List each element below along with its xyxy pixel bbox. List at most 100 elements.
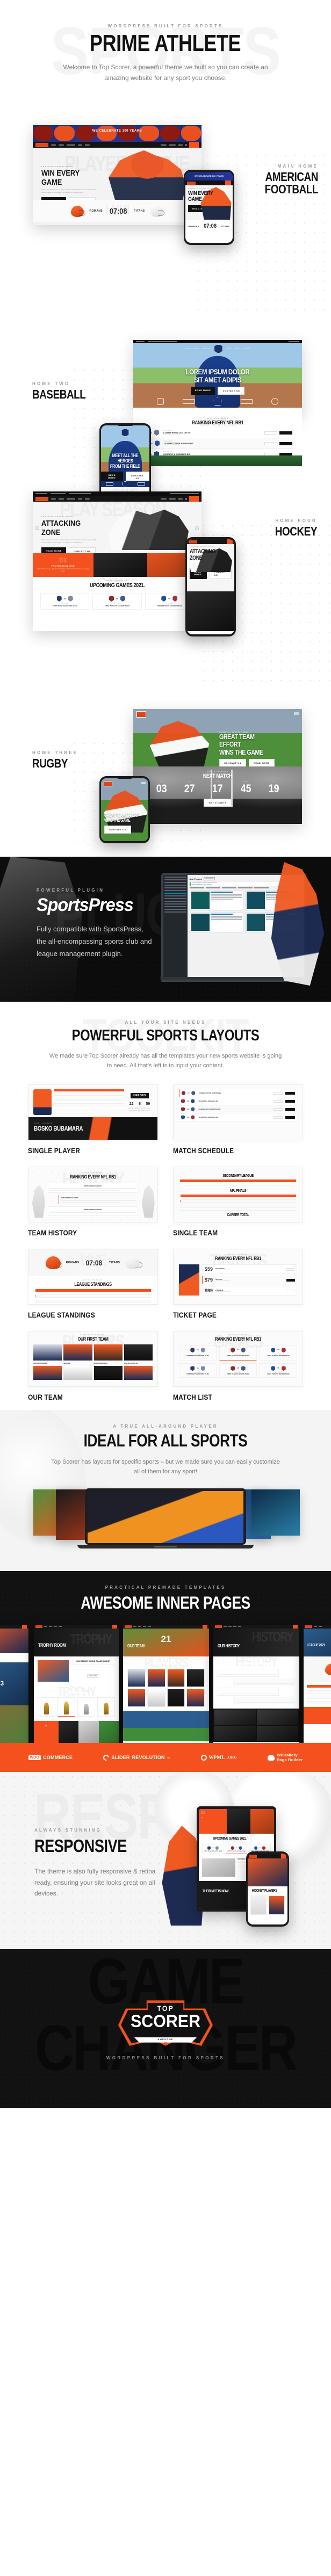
search-icon[interactable] [185,497,187,500]
nav-item-shop-right[interactable] [178,498,183,500]
hero-primary-button[interactable]: CONTACT US [219,758,246,766]
watch-stream-button[interactable] [285,1091,295,1095]
nav-item-pages[interactable] [59,144,64,146]
player-tile[interactable] [127,1669,146,1688]
trophy-card[interactable] [57,1697,75,1717]
inner-page-card[interactable]: TROPHY TROPHY ROOM 2019 SENIOR WORLD CHA… [34,1625,119,1743]
menu-button[interactable] [294,712,299,715]
site-logo-crest[interactable] [214,344,223,353]
table-row[interactable]: VS CONSECTETUR ADIPISCING [179,1089,297,1098]
watch-stream-button[interactable] [285,1108,295,1111]
wp-tab-search-results[interactable] [189,887,204,888]
phone-menu-button[interactable] [281,1854,286,1859]
phone-logo[interactable] [104,781,112,786]
layout-card-our-team[interactable]: PLAYERS MEET THE BEST OF BEST OUR FIRST … [28,1331,158,1401]
player-tile[interactable]: — MIKE NEE [63,1344,92,1364]
wp-menu-installed-plugins[interactable] [164,895,186,896]
get-ticket-button[interactable] [286,1268,294,1271]
get-tickets-button[interactable] [274,1108,283,1111]
get-tickets-button[interactable] [264,442,277,445]
ticket-tier[interactable]: $59 STANDARD 12th November 2018, 11:00 [202,1264,297,1275]
hero-secondary-button[interactable]: READ MORE [248,758,275,766]
plugin-card[interactable] [189,912,244,932]
trophy-card[interactable] [97,1697,115,1717]
table-row[interactable]: VS NFL FINALS CONSECTETUR ADIPISCING 12t… [140,438,296,449]
trophy-card[interactable] [77,1697,95,1717]
get-tickets-button[interactable] [274,1091,283,1095]
player-tile[interactable] [124,1366,153,1380]
watch-stream-button[interactable] [285,1099,295,1103]
nav-item-tickets[interactable] [169,144,176,146]
plugin-name[interactable] [210,892,233,893]
layout-card-match-schedule[interactable]: VS CONSECTETUR ADIPISCING VS SUSCIPIT A … [173,1084,303,1155]
phone-secondary-button[interactable]: CONTACT US [125,471,149,481]
player-tile[interactable]: — CHELSEA HANDLER [124,1344,153,1364]
layout-card-team-history[interactable]: HISTORY WHAT'S TRENDING RANKING EVERY NF… [28,1167,158,1237]
nav-item-home[interactable] [51,498,56,500]
phone-logo[interactable] [189,540,197,544]
table-row[interactable]: VS SUSCIPIT A SODALES EU [179,1113,297,1122]
table-row[interactable]: VS NFL FINALS SUSCIPIT A SODALES EU 12th… [140,449,296,455]
get-ticket-button[interactable] [286,1278,295,1282]
phone-menu-button[interactable] [141,782,146,784]
match-card[interactable]: VS NFL / FINALS FIRST TEAM VS SECOND TEA… [92,593,142,610]
player-tile[interactable]: — BOSKO BUBAMARA [93,1344,123,1364]
player-tile[interactable] [147,1689,166,1707]
cart-button[interactable] [189,142,199,148]
phone-primary-button[interactable]: CONTACT US [104,826,131,834]
match-card[interactable]: VS NFL / FINALS FIRST TEAM VS SECOND TEA… [219,1363,257,1378]
phone-logo[interactable] [249,1854,257,1858]
nav-item-shop[interactable] [85,498,90,500]
match-card[interactable]: VS NFL / FINALS FIRST TEAM VS SECOND TEA… [179,1363,217,1378]
player-tile[interactable] [63,1366,92,1380]
player-tile[interactable] [269,1895,285,1915]
watch-stream-button[interactable] [279,431,292,435]
get-tickets-button[interactable] [274,1099,283,1103]
ticket-tier[interactable]: $99 PREMIUM 12th November 2018, 11:00 [202,1286,297,1296]
player-tile[interactable] [167,1669,185,1688]
nav-item-blog[interactable] [78,144,82,146]
wp-tab-recommended[interactable] [238,887,253,888]
layout-card-single-player[interactable]: HEROES 22 6 59 Was not available for 202… [28,1084,158,1155]
plugin-card[interactable] [189,890,244,910]
wp-menu-dashboard[interactable] [164,877,186,878]
wp-menu-collapse[interactable] [164,911,186,913]
player-tile[interactable] [33,1366,62,1380]
match-card[interactable]: VSFIRST TEAM VS SECOND TEAM [225,1844,248,1855]
player-tile[interactable] [93,1366,123,1380]
inner-page-card[interactable]: LEAGUE 2021 [304,1625,331,1743]
get-ticket-button[interactable] [286,1289,294,1292]
nav-item-blog[interactable] [78,498,82,500]
nav-item-portfolio[interactable] [67,498,75,500]
layout-card-league-standings[interactable]: LIVE ROMANS 07:08 TITANS WHAT'S TRENDING… [28,1249,158,1319]
cart-button[interactable] [189,496,199,502]
layout-card-single-team[interactable]: SECONDARY LEAGUE NFL FINALS CAREER TOTAL… [173,1167,303,1237]
wp-menu-tools[interactable] [164,906,186,907]
get-tickets-button[interactable] [264,431,277,435]
player-tile[interactable] [250,1895,267,1915]
table-row[interactable]: VS CONSECTETUR ADIPISCING [179,1105,297,1114]
nav-item-tickets[interactable] [169,498,176,500]
match-card[interactable]: VS NFL / FINALS FIRST TEAM VS SECOND TEA… [179,1345,217,1361]
player-tile[interactable]: — CHELSEA HANDLER [33,1344,62,1364]
match-card[interactable]: VS NFL / FINALS FIRST TEAM VS SECOND TEA… [40,593,90,610]
inner-page-card[interactable]: OUR TEAM 21 PLAYERS OUR FIRST TEAM [123,1625,209,1743]
wp-menu-media[interactable] [164,882,186,883]
hero-secondary-button[interactable]: CONTACT US [218,387,245,395]
player-tile[interactable] [127,1689,146,1707]
phone-menu-button[interactable] [225,180,231,185]
player-tile[interactable] [147,1669,166,1688]
nav-item-portfolio[interactable] [67,144,75,146]
match-card[interactable]: VS NFL / FINALS FIRST TEAM VS SECOND TEA… [260,1345,297,1361]
nav-item-media[interactable] [161,144,167,146]
wp-menu-comments[interactable] [164,887,186,888]
phone-primary-button[interactable]: READ MORE [101,471,123,481]
inner-page-card[interactable]: LOREM IPSUM DOLOR SIT AMET 03 [0,1625,28,1743]
nav-item-shop-right[interactable] [178,144,183,146]
phone-logo-crest[interactable] [121,429,129,437]
wp-menu-pages[interactable] [164,885,186,886]
table-row[interactable]: VS SUSCIPIT A SODALES EU [179,1097,297,1106]
wp-tab-featured[interactable] [205,887,220,888]
watch-stream-button[interactable] [279,442,292,445]
nav-item-pages[interactable] [59,498,64,500]
